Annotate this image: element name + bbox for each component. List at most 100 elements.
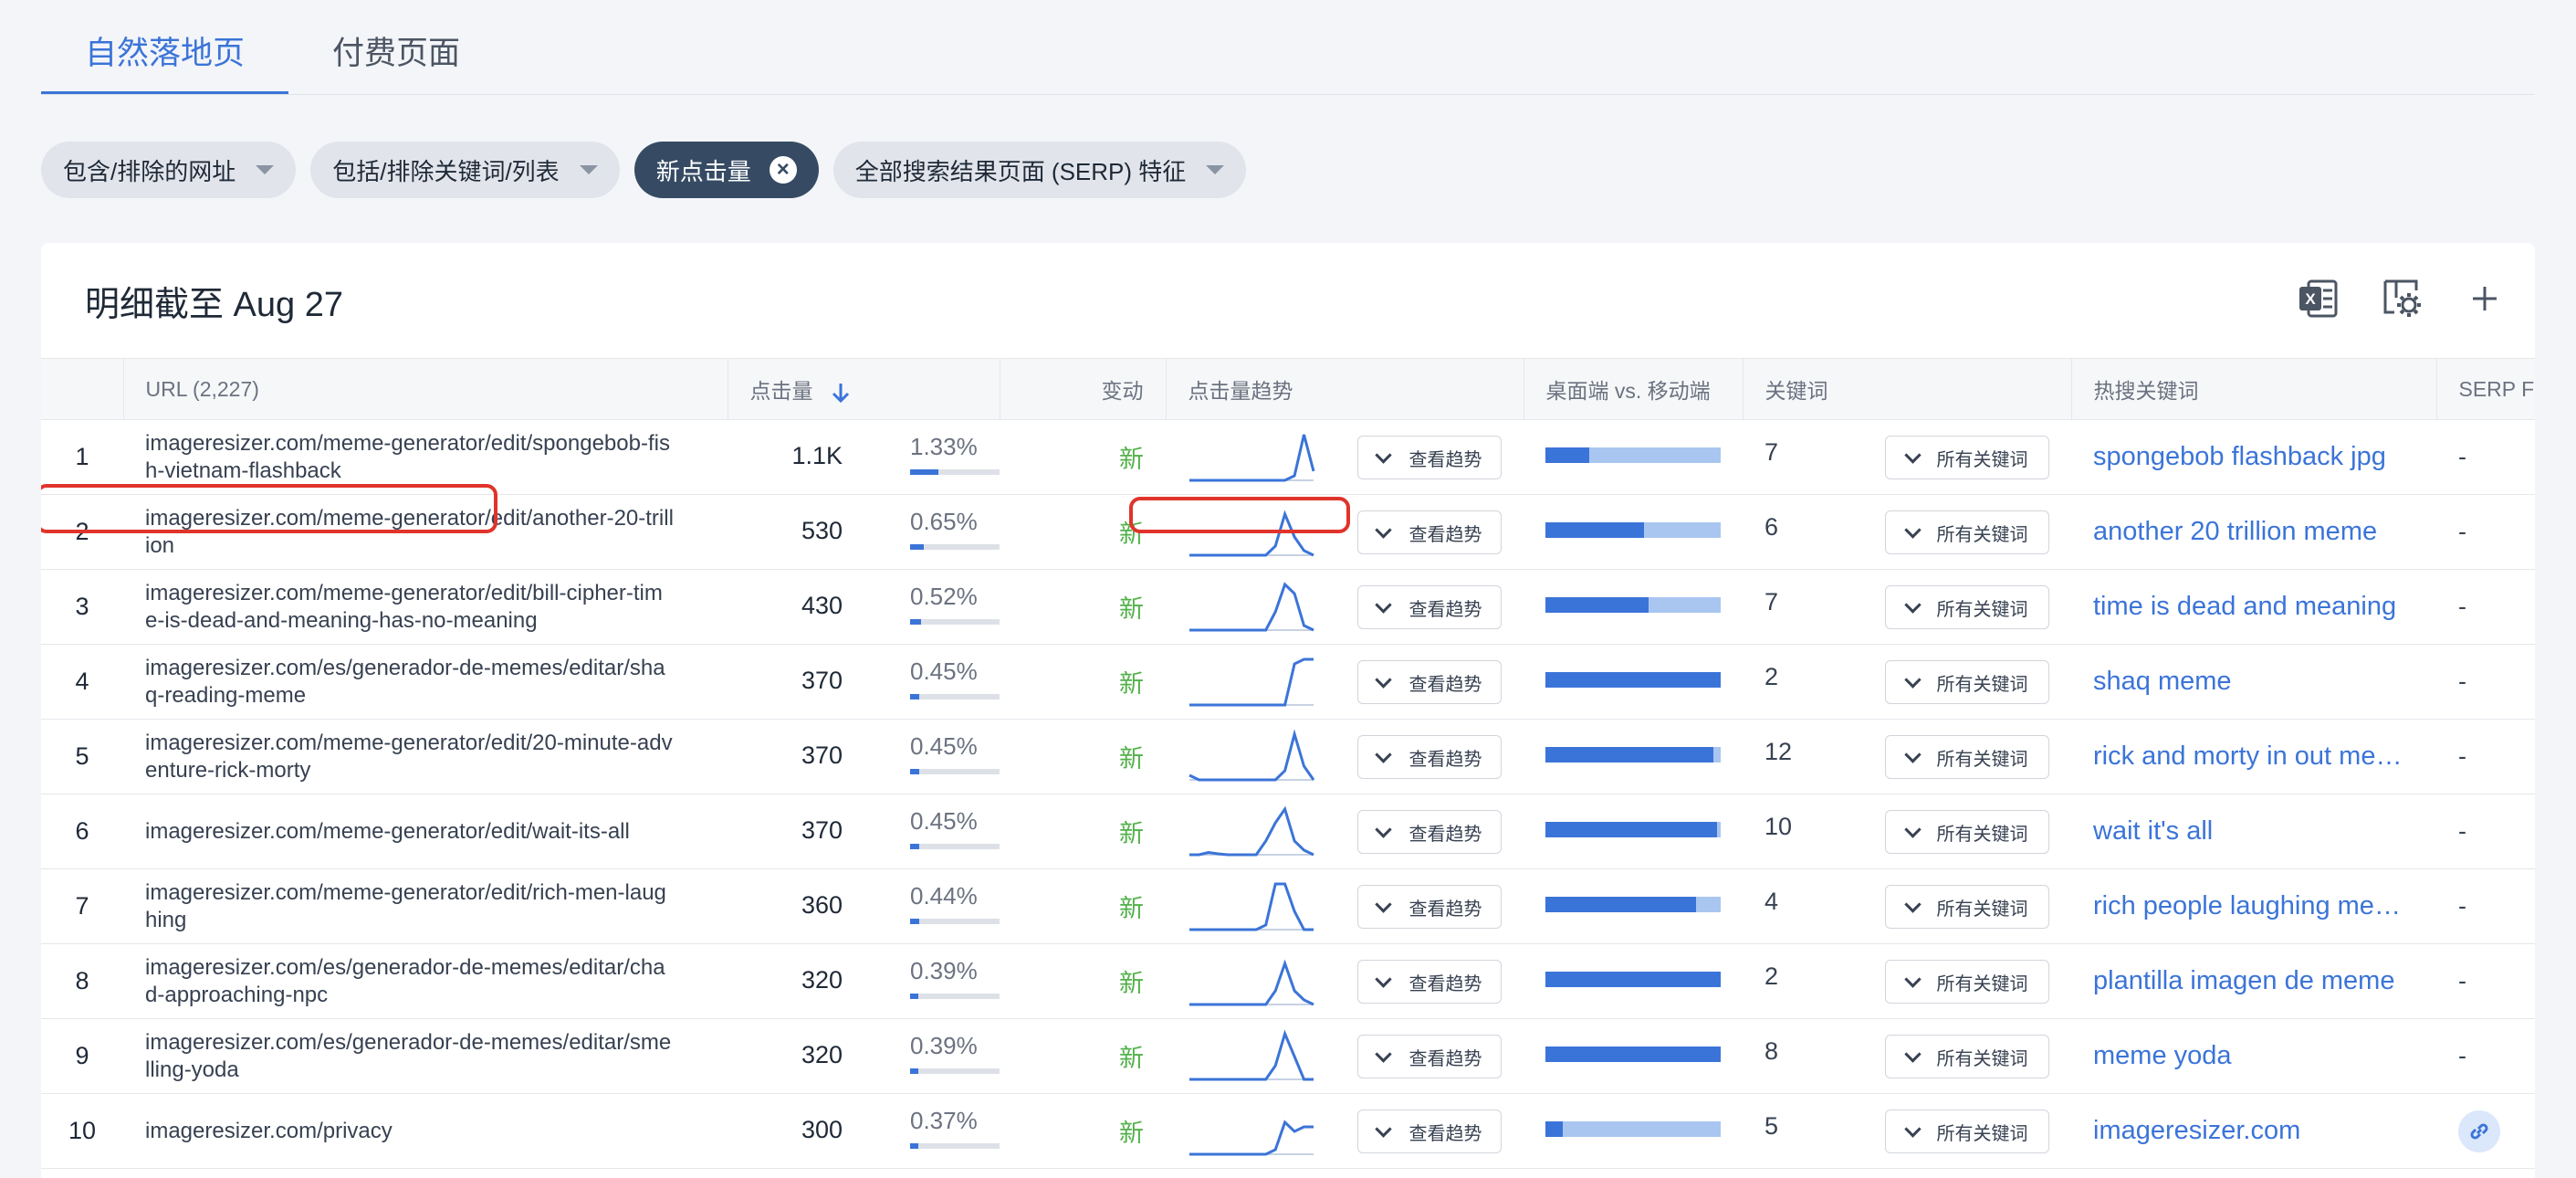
col-keywords[interactable]: 关键词 xyxy=(1742,358,2071,420)
device-cell xyxy=(1524,1093,1743,1169)
col-device[interactable]: 桌面端 vs. 移动端 xyxy=(1523,358,1743,420)
url-cell[interactable]: imageresizer.com/meme-generator/edit/ano… xyxy=(123,494,728,570)
column-settings-icon[interactable] xyxy=(2380,276,2425,321)
close-icon[interactable]: × xyxy=(769,156,797,184)
percent-bar-fill xyxy=(910,919,919,924)
row-index: 2 xyxy=(41,494,123,570)
chevron-down-icon xyxy=(1374,1045,1392,1063)
clicks-cell: 1.1K 1.33% xyxy=(728,419,1000,495)
col-serp-features[interactable]: SERP Fe xyxy=(2435,358,2535,420)
chevron-down-icon xyxy=(1903,745,1922,763)
top-keyword-cell: another 20 trillion meme xyxy=(2071,494,2436,570)
trend-cell: 查看趋势 xyxy=(1166,419,1524,495)
filter-url-include-exclude[interactable]: 包含/排除的网址 xyxy=(41,142,297,198)
top-keyword-link[interactable]: shaq meme xyxy=(2093,667,2403,697)
view-trend-button[interactable]: 查看趋势 xyxy=(1357,585,1502,629)
card-title: 明细截至 Aug 27 xyxy=(85,286,343,324)
top-keyword-link[interactable]: wait it's all xyxy=(2093,816,2403,847)
url-cell[interactable]: imageresizer.com/meme-generator/edit/wai… xyxy=(123,794,728,869)
top-keyword-cell: imageresizer.com xyxy=(2071,1093,2436,1169)
tab-organic-landing[interactable]: 自然落地页 xyxy=(41,0,289,95)
percent-bar-fill xyxy=(910,1143,918,1149)
top-keyword-link[interactable]: plantilla imagen de meme xyxy=(2093,966,2403,996)
url-cell[interactable]: imageresizer.com/es/generador-de-memes/e… xyxy=(123,1018,728,1094)
top-keyword-link[interactable]: rich people laughing meme xyxy=(2093,891,2403,921)
view-trend-button[interactable]: 查看趋势 xyxy=(1357,810,1502,854)
all-keywords-button[interactable]: 所有关键词 xyxy=(1885,885,2049,929)
row-index: 4 xyxy=(41,644,123,720)
url-cell[interactable]: imageresizer.com/privacy xyxy=(123,1093,728,1169)
device-split-bar xyxy=(1545,747,1721,763)
filter-keywords-include-exclude[interactable]: 包括/排除关键词/列表 xyxy=(310,142,620,198)
url-cell[interactable]: imageresizer.com/es/generador-de-memes/e… xyxy=(123,644,728,720)
keywords-count: 2 xyxy=(1764,962,1779,990)
top-keyword-link[interactable]: spongebob flashback jpg xyxy=(2093,442,2403,472)
all-keywords-label: 所有关键词 xyxy=(1936,449,2028,470)
col-change[interactable]: 变动 xyxy=(999,358,1166,420)
change-badge: 新 xyxy=(1000,644,1166,720)
col-clicks[interactable]: 点击量 xyxy=(727,358,1000,420)
top-keyword-cell: rich people laughing meme xyxy=(2071,868,2436,944)
all-keywords-button[interactable]: 所有关键词 xyxy=(1885,810,2049,854)
col-top-keyword[interactable]: 热搜关键词 xyxy=(2070,358,2436,420)
view-trend-button[interactable]: 查看趋势 xyxy=(1357,1110,1502,1153)
view-trend-button[interactable]: 查看趋势 xyxy=(1357,660,1502,704)
all-keywords-button[interactable]: 所有关键词 xyxy=(1885,735,2049,779)
all-keywords-button[interactable]: 所有关键词 xyxy=(1885,510,2049,554)
clicks-value: 530 xyxy=(801,517,843,544)
keywords-count: 10 xyxy=(1764,813,1793,840)
top-keyword-link[interactable]: imageresizer.com xyxy=(2093,1116,2403,1146)
percent-bar xyxy=(910,919,1000,924)
view-trend-button[interactable]: 查看趋势 xyxy=(1357,1035,1502,1078)
device-split-bar xyxy=(1545,672,1721,688)
tab-paid-pages[interactable]: 付费页面 xyxy=(288,0,504,95)
chevron-down-icon xyxy=(1374,521,1392,539)
device-split-bar xyxy=(1545,897,1721,912)
all-keywords-button[interactable]: 所有关键词 xyxy=(1885,660,2049,704)
filter-label: 新点击量 xyxy=(655,157,751,185)
all-keywords-button[interactable]: 所有关键词 xyxy=(1885,436,2049,479)
tabs-divider xyxy=(41,94,2535,95)
keywords-cell: 8 所有关键词 xyxy=(1743,1018,2071,1094)
view-trend-button[interactable]: 查看趋势 xyxy=(1357,436,1502,479)
sparkline xyxy=(1189,882,1314,931)
filter-serp-features[interactable]: 全部搜索结果页面 (SERP) 特征 xyxy=(832,142,1247,198)
view-trend-button[interactable]: 查看趋势 xyxy=(1357,885,1502,929)
view-trend-button[interactable]: 查看趋势 xyxy=(1357,510,1502,554)
filter-new-clicks[interactable]: 新点击量 × xyxy=(634,142,819,198)
url-text: imageresizer.com/meme-generator/edit/spo… xyxy=(145,430,670,483)
view-trend-button[interactable]: 查看趋势 xyxy=(1357,735,1502,779)
clicks-cell: 360 0.44% xyxy=(728,868,1000,944)
excel-export-icon[interactable]: X xyxy=(2296,276,2341,321)
view-trend-label: 查看趋势 xyxy=(1408,1123,1482,1144)
all-keywords-button[interactable]: 所有关键词 xyxy=(1885,1110,2049,1153)
row-index: 1 xyxy=(41,419,123,495)
url-text: imageresizer.com/meme-generator/edit/ric… xyxy=(145,879,666,932)
top-keyword-link[interactable]: another 20 trillion meme xyxy=(2093,517,2403,547)
top-keyword-link[interactable]: rick and morty in out meme xyxy=(2093,742,2403,772)
url-text: imageresizer.com/es/generador-de-memes/e… xyxy=(145,1029,672,1082)
url-cell[interactable]: imageresizer.com/meme-generator/edit/spo… xyxy=(123,419,728,495)
all-keywords-button[interactable]: 所有关键词 xyxy=(1885,1035,2049,1078)
top-keyword-link[interactable]: meme yoda xyxy=(2093,1041,2403,1071)
view-trend-label: 查看趋势 xyxy=(1408,824,1482,845)
clicks-percent: 0.45% xyxy=(910,657,978,685)
col-url[interactable]: URL (2,227) xyxy=(122,358,728,420)
keywords-count: 8 xyxy=(1764,1037,1779,1065)
sparkline xyxy=(1189,582,1314,632)
url-cell[interactable]: imageresizer.com/es/generador-de-memes/e… xyxy=(123,943,728,1019)
link-icon[interactable] xyxy=(2458,1110,2500,1152)
percent-bar-fill xyxy=(910,469,938,475)
url-cell[interactable]: imageresizer.com/meme-generator/edit/bil… xyxy=(123,569,728,645)
change-badge: 新 xyxy=(1000,719,1166,794)
serp-cell: - xyxy=(2436,494,2535,570)
all-keywords-button[interactable]: 所有关键词 xyxy=(1885,585,2049,629)
all-keywords-button[interactable]: 所有关键词 xyxy=(1885,960,2049,1004)
view-trend-button[interactable]: 查看趋势 xyxy=(1357,960,1502,1004)
url-cell[interactable]: imageresizer.com/meme-generator/edit/20-… xyxy=(123,719,728,794)
url-cell[interactable]: imageresizer.com/meme-generator/edit/ric… xyxy=(123,868,728,944)
chevron-down-icon xyxy=(1374,446,1392,464)
all-keywords-label: 所有关键词 xyxy=(1936,524,2028,545)
top-keyword-link[interactable]: time is dead and meaning xyxy=(2093,592,2403,622)
add-icon[interactable] xyxy=(2462,276,2508,321)
